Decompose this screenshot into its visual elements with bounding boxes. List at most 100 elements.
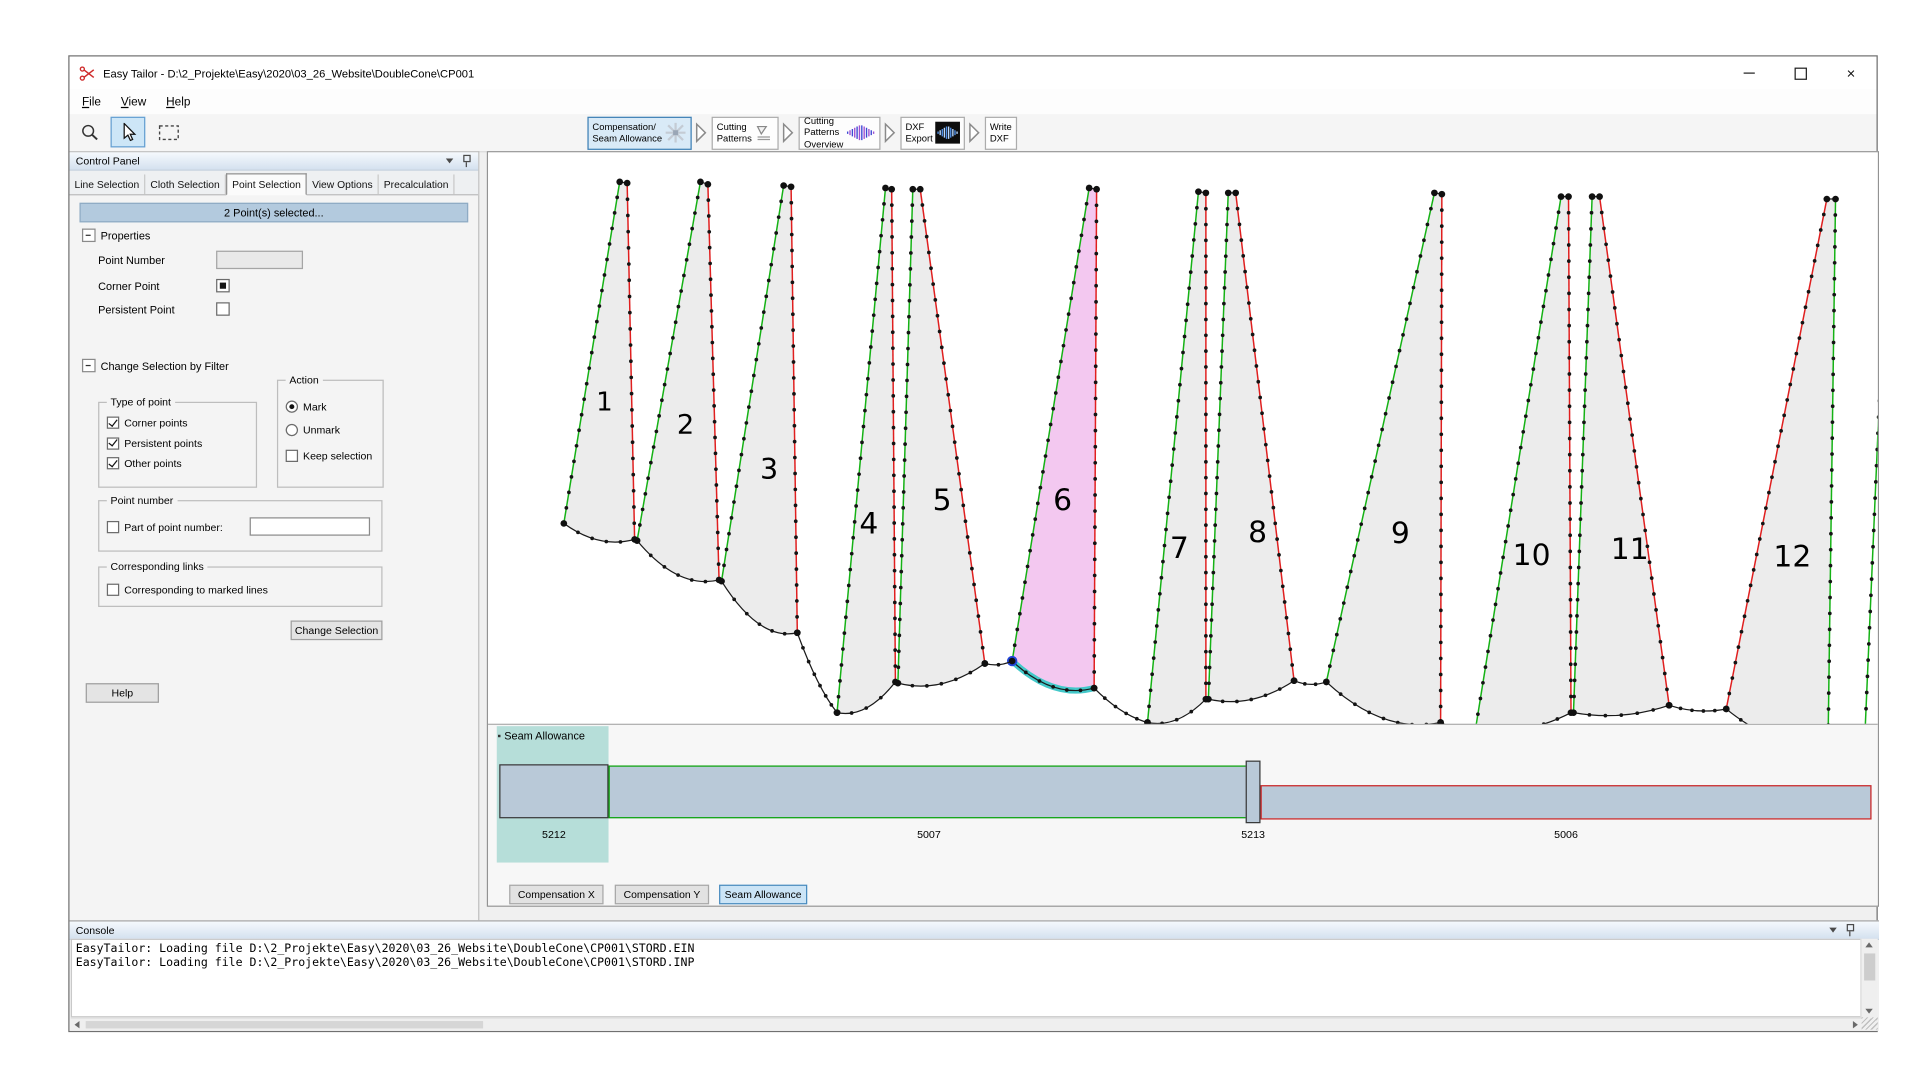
part-of-point-number-checkbox[interactable] [107, 521, 119, 533]
label: Corresponding to marked lines [124, 584, 268, 596]
radio[interactable] [286, 424, 298, 436]
seam-segment-5212[interactable] [499, 764, 608, 818]
maximize-button[interactable] [1775, 57, 1826, 90]
close-button[interactable]: × [1826, 57, 1877, 90]
menu-help[interactable]: Help [156, 92, 200, 113]
seam-segment-5007[interactable] [609, 765, 1250, 818]
seam-segment-5006[interactable] [1261, 785, 1872, 819]
filter-option-other-points[interactable]: Other points [107, 457, 182, 469]
sail-panel-6[interactable]: 6 [1007, 185, 1100, 693]
sail-panel-5[interactable]: 5 [895, 186, 989, 688]
marquee-tool-button[interactable] [152, 117, 187, 148]
panel-number: 3 [760, 453, 778, 486]
workflow-cutting-patterns-button[interactable]: Cutting Patterns [712, 116, 779, 149]
control-panel: Control Panel Line SelectionCloth Select… [70, 151, 480, 920]
label: Mark [303, 401, 326, 413]
panel-number: 11 [1611, 531, 1649, 566]
control-panel-header: Control Panel [70, 152, 479, 170]
zoom-tool-button[interactable] [73, 117, 108, 148]
tab-view-options[interactable]: View Options [307, 174, 379, 194]
point-number-input[interactable] [216, 251, 303, 269]
scroll-down-icon[interactable] [1865, 1009, 1872, 1014]
minimize-button[interactable] [1724, 57, 1775, 90]
workflow-dxf-export-button[interactable]: DXF Export [900, 116, 965, 149]
corner-point-checkbox[interactable] [216, 279, 230, 293]
tab-point-selection[interactable]: Point Selection [226, 173, 307, 195]
pin-icon[interactable] [1845, 924, 1855, 936]
part-of-point-number-input[interactable] [250, 517, 370, 535]
panel-number: 6 [1053, 482, 1072, 517]
chevron-down-icon[interactable] [1829, 928, 1836, 933]
part-of-point-number-option[interactable]: Part of point number: [107, 521, 223, 533]
sail-panel-8[interactable]: 8 [1205, 190, 1297, 704]
tab-precalculation[interactable]: Precalculation [379, 174, 455, 194]
sail-panel-2[interactable]: 2 [634, 179, 723, 584]
close-icon: × [1847, 66, 1856, 81]
scrollbar-thumb[interactable] [1864, 953, 1875, 980]
keep-selection-checkbox[interactable] [286, 450, 298, 462]
workflow-write-dxf-button[interactable]: Write DXF [985, 116, 1017, 149]
workflow-button-label: Cutting Patterns [717, 122, 752, 144]
collapse-icon[interactable] [82, 229, 96, 243]
filter-option-corner-points[interactable]: Corner points [107, 417, 188, 429]
sail-panel-9[interactable]: 9 [1323, 190, 1445, 725]
select-tool-button[interactable] [111, 117, 146, 148]
sail-panel-4[interactable]: 4 [834, 185, 899, 716]
pattern-canvas[interactable]: 123456789101112 [488, 152, 1878, 725]
console-horizontal-scrollbar[interactable] [71, 1017, 1862, 1029]
checkbox[interactable] [107, 437, 119, 449]
collapse-icon[interactable] [82, 359, 96, 373]
sail-panel-11[interactable]: 11 [1570, 193, 1672, 717]
filter-option-persistent-points[interactable]: Persistent points [107, 437, 202, 449]
seam-segment-5213[interactable] [1246, 761, 1261, 824]
persistent-point-checkbox[interactable] [216, 302, 230, 316]
workflow-compensation-seam-allowance-button[interactable]: Compensation/ Seam Allowance [587, 116, 692, 149]
magnifier-icon [79, 122, 101, 142]
help-button[interactable]: Help [86, 683, 159, 703]
pin-icon[interactable] [462, 155, 472, 167]
sail-panel-7[interactable]: 7 [1144, 188, 1209, 725]
checkbox[interactable] [107, 417, 119, 429]
corresponding-links-option[interactable]: Corresponding to marked lines [107, 584, 268, 596]
window-controls: × [1724, 57, 1877, 90]
menu-file[interactable]: File [72, 92, 111, 113]
action-mark-option[interactable]: Mark [286, 401, 327, 413]
resize-grip[interactable] [1862, 1017, 1878, 1029]
sail-panel-12[interactable]: 12 [1723, 196, 1839, 725]
console-vertical-scrollbar[interactable] [1860, 939, 1877, 1018]
scroll-up-icon[interactable] [1865, 942, 1872, 947]
action-unmark-option[interactable]: Unmark [286, 424, 340, 436]
keep-selection-option[interactable]: Keep selection [286, 450, 373, 462]
console-output[interactable]: EasyTailor: Loading file D:\2_Projekte\E… [71, 939, 1862, 1018]
workflow-cutting-patterns-overview-button[interactable]: Cutting Patterns Overview [799, 116, 881, 149]
seam-panel-title: Seam Allowance [504, 730, 585, 742]
chevron-down-icon[interactable] [446, 159, 453, 164]
tab-line-selection[interactable]: Line Selection [70, 174, 146, 194]
filter-header: Change Selection by Filter [101, 359, 229, 371]
panel-number: 4 [859, 505, 878, 540]
sail-panel-1[interactable]: 1 [560, 179, 637, 544]
scrollbar-thumb[interactable] [86, 1021, 483, 1028]
compensation-icon [665, 122, 687, 144]
console-panel: Console EasyTailor: Loading file D:\2_Pr… [70, 920, 1879, 1031]
properties-expander[interactable]: Properties [82, 229, 150, 243]
seam-tab-compensation-y[interactable]: Compensation Y [615, 885, 709, 905]
radio[interactable] [286, 401, 298, 413]
workflow-arrow-icon [696, 119, 708, 146]
change-selection-button[interactable]: Change Selection [291, 620, 383, 640]
filter-expander[interactable]: Change Selection by Filter [82, 359, 229, 373]
tab-cloth-selection[interactable]: Cloth Selection [145, 174, 225, 194]
point-number-group: Point number Part of point number: [98, 500, 382, 552]
seam-tab-seam-allowance[interactable]: Seam Allowance [719, 885, 807, 905]
seam-tab-compensation-x[interactable]: Compensation X [509, 885, 603, 905]
menu-view[interactable]: View [111, 92, 156, 113]
checkbox[interactable] [107, 457, 119, 469]
panel-link-curve [794, 629, 840, 716]
scroll-right-icon[interactable] [1853, 1021, 1858, 1028]
scroll-left-icon[interactable] [75, 1021, 80, 1028]
panel-number: 5 [933, 482, 952, 517]
sail-panel-10[interactable]: 10 [1472, 193, 1574, 725]
workflow-button-label: DXF Export [905, 122, 932, 144]
corresponding-links-checkbox[interactable] [107, 584, 119, 596]
sail-panel-3[interactable]: 3 [718, 182, 800, 636]
